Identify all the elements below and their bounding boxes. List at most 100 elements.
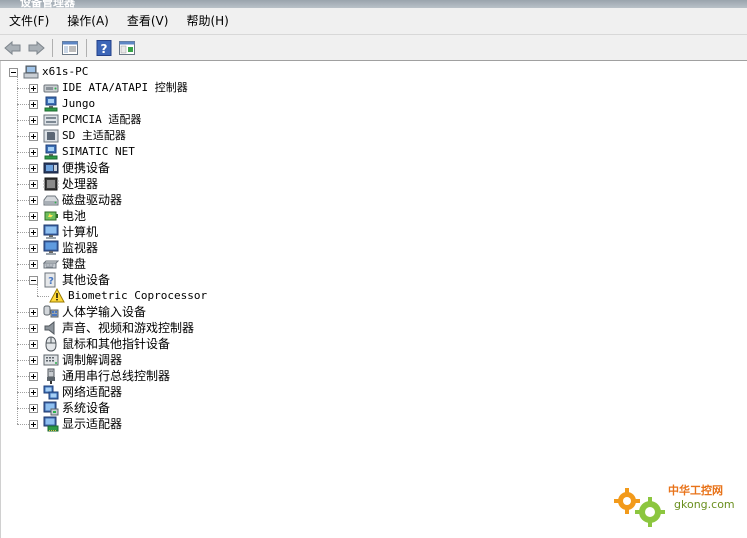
expand-icon[interactable] bbox=[29, 243, 38, 253]
help-button[interactable]: ? bbox=[94, 38, 114, 58]
tree-connector-line bbox=[17, 280, 29, 281]
tree-node-label: 通用串行总线控制器 bbox=[62, 369, 171, 383]
expand-icon[interactable] bbox=[29, 403, 38, 413]
tree-node[interactable]: 键盘 bbox=[29, 256, 86, 272]
expand-icon[interactable] bbox=[29, 227, 38, 237]
network-device-icon bbox=[44, 96, 58, 112]
back-button[interactable] bbox=[3, 38, 23, 58]
tree-connector-line bbox=[17, 88, 29, 89]
show-hide-tree-button[interactable] bbox=[60, 38, 80, 58]
device-tree: x61s-PC IDE ATA/ATAPI 控制器 Jungo PCMCIA 适配器 S… bbox=[1, 61, 747, 538]
tree-node[interactable]: 人体学输入设备 bbox=[29, 304, 146, 320]
tree-connector-line bbox=[17, 312, 29, 313]
tree-node-label: 键盘 bbox=[62, 257, 87, 271]
pcmcia-adapter-icon bbox=[43, 114, 59, 126]
tree-node[interactable]: 计算机 bbox=[29, 224, 98, 240]
tree-node[interactable]: 监视器 bbox=[29, 240, 98, 256]
forward-button[interactable] bbox=[26, 38, 46, 58]
expand-icon[interactable] bbox=[29, 211, 38, 221]
title-bar: 设备管理器 bbox=[0, 0, 747, 8]
tree-node-label: 监视器 bbox=[62, 241, 99, 255]
device-tree-pane[interactable]: x61s-PC IDE ATA/ATAPI 控制器 Jungo PCMCIA 适配器 S… bbox=[0, 61, 747, 538]
tree-connector-line bbox=[17, 424, 29, 425]
disk-drive-icon bbox=[43, 195, 59, 206]
tree-node-label: 电池 bbox=[62, 209, 87, 223]
tree-node[interactable]: Biometric Coprocessor bbox=[49, 288, 207, 304]
tree-node-label: 便携设备 bbox=[62, 161, 111, 175]
window-title: 设备管理器 bbox=[20, 0, 75, 8]
expand-icon[interactable] bbox=[29, 371, 38, 381]
tree-node-label: Jungo bbox=[62, 97, 96, 110]
tree-node[interactable]: SIMATIC NET bbox=[29, 144, 135, 160]
tree-connector-line bbox=[17, 200, 29, 201]
tree-node-label: Biometric Coprocessor bbox=[68, 289, 208, 302]
tree-node[interactable]: 处理器 bbox=[29, 176, 98, 192]
computer-monitor-icon bbox=[43, 224, 59, 239]
properties-icon bbox=[119, 40, 135, 55]
tree-connector-line bbox=[37, 296, 49, 297]
usb-icon bbox=[47, 368, 55, 384]
tree-node[interactable]: 通用串行总线控制器 bbox=[29, 368, 170, 384]
watermark-logo: 中华工控网 gkong.com bbox=[610, 474, 747, 530]
tree-node[interactable]: 鼠标和其他指针设备 bbox=[29, 336, 170, 352]
tree-node[interactable]: 网络适配器 bbox=[29, 384, 122, 400]
tree-node[interactable]: ? 其他设备 bbox=[29, 272, 110, 288]
tree-node-label: 人体学输入设备 bbox=[62, 305, 147, 319]
expand-icon[interactable] bbox=[29, 131, 38, 141]
tree-node[interactable]: 显示适配器 bbox=[29, 416, 122, 432]
tree-connector-line bbox=[17, 120, 29, 121]
mouse-icon bbox=[45, 336, 57, 352]
tree-connector-line bbox=[17, 392, 29, 393]
tree-node-label: 系统设备 bbox=[62, 401, 111, 415]
menu-file[interactable]: 文件(F) bbox=[0, 8, 58, 34]
expand-icon[interactable] bbox=[29, 99, 38, 109]
tree-connector-line bbox=[37, 284, 38, 296]
menu-view[interactable]: 查看(V) bbox=[118, 8, 178, 34]
tree-node[interactable]: 磁盘驱动器 bbox=[29, 192, 122, 208]
tree-node[interactable]: SD 主适配器 bbox=[29, 128, 126, 144]
toolbar-separator bbox=[52, 38, 53, 57]
tree-node-label: 调制解调器 bbox=[62, 353, 123, 367]
tree-node-label: 计算机 bbox=[62, 225, 99, 239]
expand-icon[interactable] bbox=[29, 355, 38, 365]
menu-bar: 文件(F) 操作(A) 查看(V) 帮助(H) bbox=[0, 8, 747, 35]
svg-text:?: ? bbox=[48, 276, 54, 287]
expand-icon[interactable] bbox=[29, 147, 38, 157]
properties-button[interactable] bbox=[117, 38, 137, 58]
tree-connector-line bbox=[17, 216, 29, 217]
expand-icon[interactable] bbox=[29, 419, 38, 429]
menu-action[interactable]: 操作(A) bbox=[58, 8, 118, 34]
tree-node[interactable]: x61s-PC bbox=[9, 64, 88, 80]
expand-icon[interactable] bbox=[29, 195, 38, 205]
tree-node[interactable]: PCMCIA 适配器 bbox=[29, 112, 141, 128]
tree-connector-line bbox=[17, 136, 29, 137]
tree-connector-line bbox=[17, 360, 29, 361]
menu-help[interactable]: 帮助(H) bbox=[177, 8, 237, 34]
tree-node-label: 声音、视频和游戏控制器 bbox=[62, 321, 195, 335]
expand-icon[interactable] bbox=[29, 163, 38, 173]
tree-node-label: 鼠标和其他指针设备 bbox=[62, 337, 171, 351]
toolbar-separator bbox=[86, 38, 87, 57]
tree-connector-line bbox=[17, 232, 29, 233]
tree-node[interactable]: Jungo bbox=[29, 96, 95, 112]
tree-node[interactable]: 调制解调器 bbox=[29, 352, 122, 368]
expand-icon[interactable] bbox=[29, 259, 38, 269]
tree-connector-line bbox=[17, 376, 29, 377]
tree-node[interactable]: 便携设备 bbox=[29, 160, 110, 176]
tree-node[interactable]: IDE ATA/ATAPI 控制器 bbox=[29, 80, 188, 96]
tree-node[interactable]: 声音、视频和游戏控制器 bbox=[29, 320, 194, 336]
back-icon bbox=[4, 40, 21, 55]
tree-connector-line bbox=[17, 76, 18, 424]
expand-icon[interactable] bbox=[29, 83, 38, 93]
expand-icon[interactable] bbox=[29, 115, 38, 125]
tree-connector-line bbox=[17, 248, 29, 249]
expand-icon[interactable] bbox=[29, 323, 38, 333]
tree-node[interactable]: 系统设备 bbox=[29, 400, 110, 416]
expand-icon[interactable] bbox=[29, 179, 38, 189]
tree-node[interactable]: 电池 bbox=[29, 208, 86, 224]
expand-icon[interactable] bbox=[29, 339, 38, 349]
expand-icon[interactable] bbox=[29, 387, 38, 397]
tree-node-label: x61s-PC bbox=[42, 65, 89, 78]
expand-icon[interactable] bbox=[29, 307, 38, 317]
modem-icon bbox=[43, 354, 59, 366]
